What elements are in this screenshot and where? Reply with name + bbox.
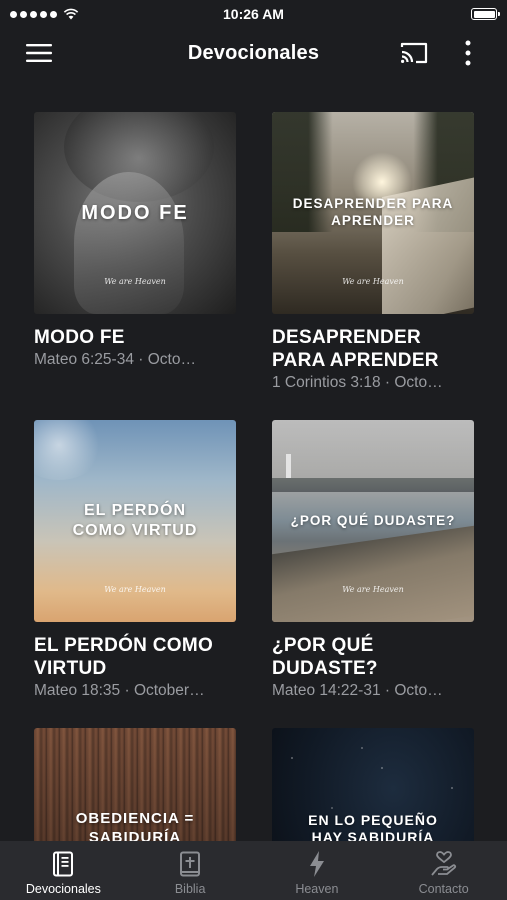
brand-logo: We are Heaven <box>342 585 404 594</box>
image-title: MODO FE <box>81 201 189 224</box>
app-bar: Devocionales <box>0 28 507 78</box>
devotional-image[interactable]: DESAPRENDER PARA APRENDER We are Heaven <box>272 112 474 314</box>
wifi-icon <box>63 8 79 20</box>
devotional-image[interactable]: OBEDIENCIA = SABIDURÍA <box>34 728 236 841</box>
cast-icon <box>400 42 428 64</box>
tab-devocionales[interactable]: Devocionales <box>0 841 127 900</box>
menu-button[interactable] <box>22 38 56 68</box>
devotional-title[interactable]: MODO FE <box>34 326 236 349</box>
status-bar: 10:26 AM <box>0 0 507 28</box>
brand-logo: We are Heaven <box>104 277 166 286</box>
more-options-button[interactable] <box>456 38 480 68</box>
devotional-title[interactable]: ¿POR QUÉ DUDASTE? <box>272 634 474 680</box>
more-vertical-icon <box>465 40 471 66</box>
image-title: OBEDIENCIA = SABIDURÍA <box>75 810 195 841</box>
image-title: ¿POR QUÉ DUDASTE? <box>290 512 456 528</box>
tab-bar: Devocionales Biblia Heaven Contacto <box>0 841 507 900</box>
devotional-subtitle: Mateo 6:25-34 · Octo… <box>34 351 196 368</box>
tab-label: Devocionales <box>25 882 101 896</box>
devotional-title[interactable]: EL PERDÓN COMO VIRTUD <box>34 634 236 680</box>
image-title: DESAPRENDER PARA APRENDER <box>292 196 454 228</box>
tab-label: Heaven <box>295 882 339 896</box>
book-icon <box>52 849 74 879</box>
tab-biblia[interactable]: Biblia <box>127 841 254 900</box>
devotional-subtitle: Mateo 18:35 · October… <box>34 682 205 699</box>
signal-dots-icon <box>10 10 57 18</box>
tab-contacto[interactable]: Contacto <box>380 841 507 900</box>
cast-button[interactable] <box>396 38 432 68</box>
hand-heart-icon <box>430 849 458 879</box>
brand-logo: We are Heaven <box>342 277 404 286</box>
brand-logo: We are Heaven <box>104 585 166 594</box>
devotional-card[interactable]: ¿POR QUÉ DUDASTE? We are Heaven ¿POR QUÉ… <box>272 420 474 700</box>
devotional-image[interactable]: ¿POR QUÉ DUDASTE? We are Heaven <box>272 420 474 622</box>
devotional-image[interactable]: EL PERDÓN COMO VIRTUD We are Heaven <box>34 420 236 622</box>
tab-label: Contacto <box>418 882 469 896</box>
devotional-image[interactable]: EN LO PEQUEÑO HAY SABIDURÍA <box>272 728 474 841</box>
battery-icon <box>471 8 500 20</box>
devotional-card[interactable]: DESAPRENDER PARA APRENDER We are Heaven … <box>272 112 474 392</box>
devotionals-grid[interactable]: MODO FE We are Heaven MODO FE Mateo 6:25… <box>0 112 507 841</box>
devotional-card[interactable]: MODO FE We are Heaven MODO FE Mateo 6:25… <box>34 112 236 369</box>
hamburger-menu-icon <box>26 44 52 62</box>
devotional-subtitle: Mateo 14:22-31 · Octo… <box>272 682 443 699</box>
devotional-card[interactable]: OBEDIENCIA = SABIDURÍA <box>34 728 236 841</box>
devotional-subtitle: 1 Corintios 3:18 · Octo… <box>272 374 443 391</box>
devotional-card[interactable]: EN LO PEQUEÑO HAY SABIDURÍA <box>272 728 474 841</box>
tab-label: Biblia <box>174 882 206 896</box>
image-title: EN LO PEQUEÑO HAY SABIDURÍA <box>308 811 438 842</box>
devotional-card[interactable]: EL PERDÓN COMO VIRTUD We are Heaven EL P… <box>34 420 236 700</box>
bible-icon <box>179 849 201 879</box>
lightning-icon <box>308 849 326 879</box>
tab-heaven[interactable]: Heaven <box>254 841 381 900</box>
status-left <box>10 8 79 20</box>
image-title: EL PERDÓN COMO VIRTUD <box>72 502 198 539</box>
devotional-title[interactable]: DESAPRENDER PARA APRENDER <box>272 326 474 372</box>
devotional-image[interactable]: MODO FE We are Heaven <box>34 112 236 314</box>
